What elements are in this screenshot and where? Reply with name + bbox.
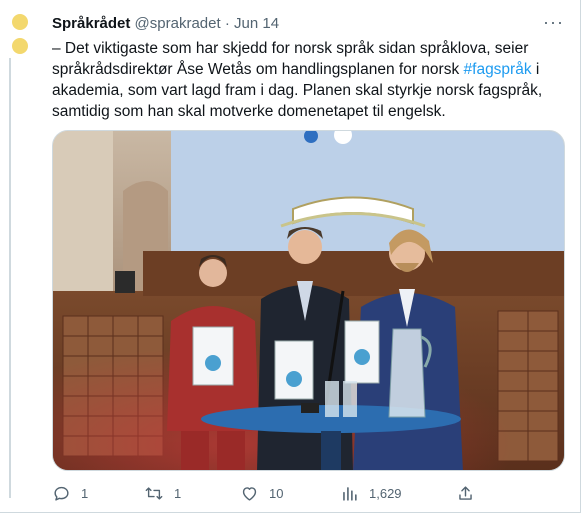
- reply-icon: [52, 484, 71, 503]
- views-button[interactable]: 1,629: [340, 484, 402, 503]
- avatar[interactable]: [12, 38, 28, 54]
- retweet-count: 1: [174, 486, 182, 501]
- action-bar: 1 1 10 1,629: [52, 484, 522, 506]
- more-options-icon[interactable]: ···: [543, 12, 564, 33]
- views-count: 1,629: [369, 486, 402, 501]
- reply-button[interactable]: 1: [52, 484, 88, 503]
- hashtag-link[interactable]: #fagspråk: [464, 61, 532, 78]
- separator: ·: [224, 15, 230, 32]
- tweet-header: Språkrådet @sprakradet · Jun 14: [52, 14, 560, 34]
- share-icon: [456, 484, 475, 503]
- like-button[interactable]: 10: [240, 484, 283, 503]
- tweet-date[interactable]: Jun 14: [234, 15, 279, 32]
- like-count: 10: [269, 486, 284, 501]
- retweet-icon: [144, 484, 164, 503]
- views-icon: [340, 484, 359, 503]
- tweet-text: – Det viktigaste som har skjedd for nors…: [52, 38, 562, 122]
- share-button[interactable]: [456, 484, 475, 503]
- heart-icon: [240, 484, 259, 503]
- thread-line: [9, 58, 11, 498]
- user-handle[interactable]: @sprakradet: [135, 15, 221, 32]
- tweet-photo[interactable]: [52, 130, 565, 471]
- tweet-text-part: – Det viktigaste som har skjedd for nors…: [52, 40, 529, 78]
- tweet-card[interactable]: Språkrådet @sprakradet · Jun 14 ··· – De…: [0, 0, 581, 513]
- reply-count: 1: [81, 486, 89, 501]
- photo-illustration: [53, 131, 564, 470]
- thread-avatars: [10, 14, 30, 62]
- retweet-button[interactable]: 1: [144, 484, 181, 503]
- avatar[interactable]: [12, 14, 28, 30]
- display-name[interactable]: Språkrådet: [52, 15, 130, 32]
